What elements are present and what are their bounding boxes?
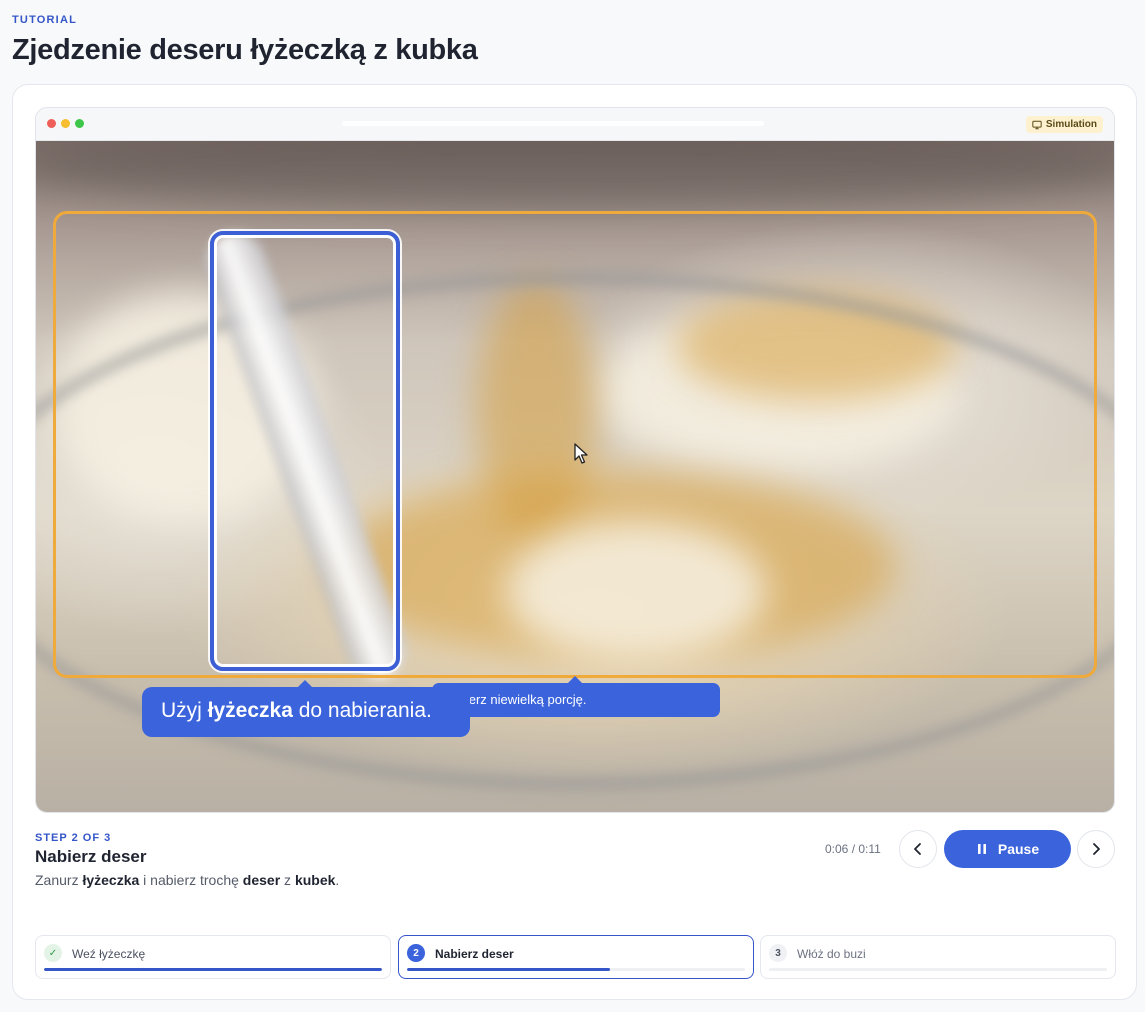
tooltip-main-bold: łyżeczka [207,699,293,722]
window-close-dot [47,119,56,128]
chevron-left-icon [914,843,921,855]
progress-step-2[interactable]: 2 Nabierz deser [398,935,754,979]
desc-bold: deser [242,872,281,888]
progress-track [769,968,1107,971]
monitor-icon [1032,120,1042,129]
progress-step-3[interactable]: 3 Włóż do buzi [760,935,1116,979]
simulation-badge: Simulation [1025,116,1103,133]
progress-track [44,968,382,971]
progress-step-label: Nabierz deser [435,947,514,961]
next-step-button[interactable] [1077,830,1115,868]
desc-bold: łyżeczka [82,872,140,888]
desc-bold: kubek [294,872,336,888]
tooltip-main-suffix: do nabierania. [292,699,432,722]
step-description: Zanurz łyżeczka i nabierz trochę deser z… [35,872,339,888]
video-stage[interactable]: Nabierz niewielką porcję. Użyj łyżeczka … [36,141,1114,812]
pause-icon [977,844,986,854]
tooltip-main: Użyj łyżeczka do nabierania. [142,680,470,737]
progress-fill [44,968,382,971]
window-minimize-dot [61,119,70,128]
browser-window: Simulation Nabierz niewielką porcję. Uży… [35,107,1115,813]
desc-text: i nabierz trochę [139,872,243,888]
desc-text: Zanurz [35,872,83,888]
window-maximize-dot [75,119,84,128]
playback-timer: 0:06 / 0:11 [825,842,881,856]
step-number-badge: 3 [769,944,787,962]
tutorial-eyebrow: TUTORIAL [12,14,78,26]
progress-fill [407,968,610,971]
pause-button-label: Pause [997,841,1040,857]
mouse-cursor-icon [574,443,588,464]
step-counter: STEP 2 OF 3 [35,832,112,844]
progress-track [407,968,745,971]
address-bar [342,121,764,126]
pause-button[interactable]: Pause [944,830,1071,868]
step-number-badge: 2 [407,944,425,962]
desc-text: . [335,872,340,888]
spoon-highlight-box [210,231,400,671]
step-title: Nabierz deser [35,847,147,866]
browser-toolbar: Simulation [36,108,1114,141]
desc-text: z [280,872,295,888]
progress-step-label: Włóż do buzi [797,947,866,961]
simulation-badge-label: Simulation [1045,119,1097,130]
page-title: Zjedzenie deseru łyżeczką z kubka [12,34,478,66]
previous-step-button[interactable] [899,830,937,868]
progress-step-1[interactable]: ✓ Weź łyżeczkę [35,935,391,979]
check-icon: ✓ [44,944,62,962]
tutorial-card: Simulation Nabierz niewielką porcję. Uży… [12,84,1137,1000]
background-blur [36,141,1114,211]
chevron-right-icon [1093,843,1100,855]
progress-step-label: Weź łyżeczkę [72,947,146,961]
tooltip-small: Nabierz niewielką porcję. [432,676,720,717]
tooltip-main-prefix: Użyj [161,699,208,722]
